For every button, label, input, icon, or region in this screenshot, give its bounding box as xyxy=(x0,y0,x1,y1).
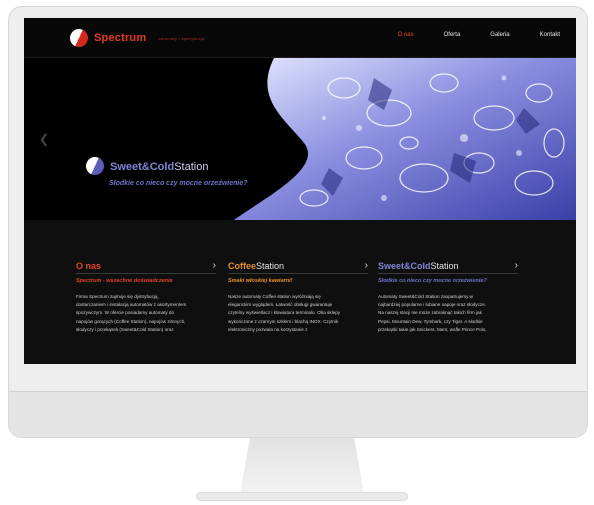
column-header[interactable]: Sweet&ColdStation › xyxy=(378,260,518,274)
monitor-stand-base xyxy=(196,492,408,501)
hero-slider: ❮ Sweet&ColdStation Słodkie co nieco czy… xyxy=(24,58,576,220)
site-logo[interactable]: Spectrum automaty i dystrybucja xyxy=(67,26,205,50)
body-line: czytelny wyświetlacz i klawiatura termin… xyxy=(228,310,341,316)
menu-item-galeria[interactable]: Galeria xyxy=(490,32,509,38)
column-subtitle: Smaki włoskiej kawiarni! xyxy=(228,278,293,284)
hero-title-bold: Sweet&Cold xyxy=(110,161,175,173)
column-title-light: Station xyxy=(256,260,285,271)
body-line: słodyczy i przekąsek (Sweet&Cold Station… xyxy=(76,326,174,332)
hero-title: Sweet&ColdStation xyxy=(83,154,209,178)
column-body: Automaty Sweet&Cold Station zaopatrujemy… xyxy=(378,293,518,334)
column-coffee-station: CoffeeStation › Smaki włoskiej kawiarni!… xyxy=(228,260,368,334)
menu-item-o-nas[interactable]: O nas xyxy=(398,32,414,38)
body-line: spożywczym. W ofercie posiadamy automaty… xyxy=(76,310,175,316)
monitor-stand-neck xyxy=(240,438,364,494)
column-body: Firma Spectrum zajmuje się dystrybucją, … xyxy=(76,293,216,334)
feature-columns: O nas › Spectrum - wszechne doświadczeni… xyxy=(24,220,576,364)
body-line: dostarczaniem i instalacją automatów z a… xyxy=(76,302,187,308)
body-line: najbardziej popularne i lubiane napoje o… xyxy=(378,302,487,308)
column-title-bold: O nas xyxy=(76,260,102,271)
column-header[interactable]: CoffeeStation › xyxy=(228,260,368,274)
column-title: CoffeeStation xyxy=(228,261,284,271)
column-subtitle: Spectrum - wszechne doświadczenie xyxy=(76,278,173,284)
chevron-right-icon[interactable]: › xyxy=(515,260,518,271)
menu-item-kontakt[interactable]: Kontakt xyxy=(540,32,560,38)
menu-item-oferta[interactable]: Oferta xyxy=(444,32,461,38)
body-line: Nasze automaty Coffee station wyróżniają… xyxy=(228,294,321,299)
body-line: Firma Spectrum zajmuje się dystrybucją, xyxy=(76,294,159,299)
hero-ice-image xyxy=(234,58,576,220)
logo-name: Spectrum xyxy=(94,32,147,44)
monitor-chin xyxy=(9,391,587,437)
body-line: napojów gorących (Coffee Station), napoj… xyxy=(76,318,186,324)
body-line: Pepsi, Mountain Dew, Tymbark, czy Tiger.… xyxy=(378,318,483,324)
top-navigation: Spectrum automaty i dystrybucja O nas Of… xyxy=(24,18,576,58)
column-title: Sweet&ColdStation xyxy=(378,261,459,271)
hero-subtitle: Słodkie co nieco czy mocne orzeźwienie? xyxy=(109,180,248,187)
chevron-right-icon[interactable]: › xyxy=(213,260,216,271)
column-title-light: Station xyxy=(430,260,459,271)
main-menu: O nas Oferta Galeria Kontakt xyxy=(398,32,560,38)
spectrum-logo-icon xyxy=(67,26,91,50)
body-line: Automaty Sweet&Cold Station zaopatrujemy… xyxy=(378,294,473,299)
chevron-left-icon[interactable]: ❮ xyxy=(39,132,49,146)
column-subtitle: Słodkie co nieco czy mocne orzeźwienie? xyxy=(378,278,487,284)
body-line: eleganckim wyglądem. Łatwość obsługi gwa… xyxy=(228,302,333,308)
column-sweet-cold-station: Sweet&ColdStation › Słodkie co nieco czy… xyxy=(378,260,518,334)
body-line: wykończone z czarnym szkłem i blachą INO… xyxy=(228,318,339,324)
website-screen: Spectrum automaty i dystrybucja O nas Of… xyxy=(24,18,576,364)
logo-tagline: automaty i dystrybucja xyxy=(158,35,205,41)
column-title-bold: Sweet&Cold xyxy=(378,260,431,271)
body-line: Na naszej stacji nie może zabraknąć taki… xyxy=(378,310,482,316)
sweet-cold-logo-icon xyxy=(83,154,107,178)
column-o-nas: O nas › Spectrum - wszechne doświadczeni… xyxy=(76,260,216,334)
column-title: O nas xyxy=(76,261,101,271)
body-line: elektroniczny pozwala na korzystanie z xyxy=(228,326,308,332)
chevron-right-icon[interactable]: › xyxy=(365,260,368,271)
column-title-bold: Coffee xyxy=(228,260,257,271)
hero-title-light: Station xyxy=(174,161,209,173)
column-body: Nasze automaty Coffee station wyróżniają… xyxy=(228,293,368,334)
column-header[interactable]: O nas › xyxy=(76,260,216,274)
body-line: przekąski takie jak Snickers, Mars, wafl… xyxy=(378,326,487,332)
